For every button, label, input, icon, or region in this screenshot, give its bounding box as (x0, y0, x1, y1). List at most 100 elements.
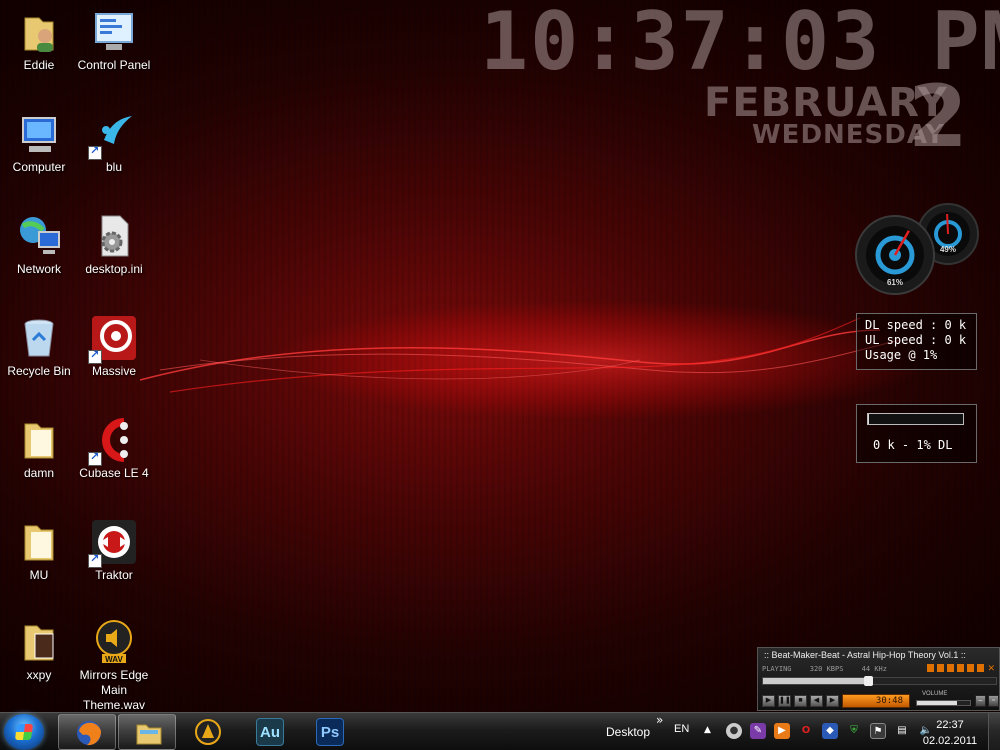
player-info: PLAYING 320 KBPS 44 KHz (762, 665, 901, 673)
taskbar-app-audition[interactable]: Au (240, 714, 298, 750)
ram-gauge-label: 49% (940, 245, 956, 254)
restore-icon[interactable] (977, 664, 985, 672)
desktop-icon-desktop-ini[interactable]: desktop.ini (75, 212, 153, 277)
desktop-toolbar-label[interactable]: Desktop (606, 725, 650, 739)
photoshop-icon: Ps (316, 718, 344, 746)
info-icon[interactable] (967, 664, 975, 672)
cpu-gauge: 61% (855, 215, 935, 295)
seek-handle[interactable] (863, 676, 873, 686)
svg-text:WAV: WAV (105, 655, 123, 664)
language-indicator[interactable]: EN (674, 723, 689, 735)
playlist-icon[interactable] (937, 664, 945, 672)
network-tray-icon[interactable]: ▤ (894, 723, 910, 739)
desktop-icon-label: Control Panel (77, 58, 151, 72)
opera-icon[interactable]: O (798, 723, 814, 739)
action-center-icon[interactable]: ⚑ (870, 723, 886, 739)
network-meter: DL speed : 0 k UL speed : 0 k Usage @ 1% (856, 313, 977, 370)
settings-file-icon (90, 212, 138, 260)
security-shield-icon[interactable]: ⛨ (846, 723, 862, 739)
desktop-icon-traktor[interactable]: Traktor (75, 518, 153, 583)
player-volume-slider[interactable]: VOLUME (916, 691, 971, 707)
tray-network-app-icon[interactable]: ◆ (822, 723, 838, 739)
player-toolbar: ✕ (927, 664, 995, 673)
download-text: 0 k - 1% DL (873, 438, 953, 452)
desktop-icon-label: Cubase LE 4 (79, 466, 149, 480)
desktop-icon-label: Recycle Bin (7, 364, 71, 378)
desktop-icon-cubase[interactable]: Cubase LE 4 (75, 416, 153, 481)
taskbar-app-photoshop[interactable]: Ps (300, 714, 358, 750)
explorer-folder-icon (136, 724, 162, 745)
clock-day-number: 2 (908, 67, 968, 167)
desktop-icon-network[interactable]: Network (0, 212, 78, 277)
play-button[interactable]: ▶ (762, 695, 775, 707)
taskbar-clock[interactable]: 22:37 02.02.2011 (915, 717, 985, 749)
settings-icon[interactable] (947, 664, 955, 672)
desktop-icon-label: damn (23, 466, 55, 480)
desktop-icon-damn[interactable]: damn (0, 416, 78, 481)
desktop-icon-blu[interactable]: blu (75, 110, 153, 175)
pause-button[interactable]: ❚❚ (778, 695, 791, 707)
user-folder-icon (15, 8, 63, 56)
taskbar-app-explorer[interactable] (118, 714, 176, 750)
download-meter: 0 k - 1% DL (856, 404, 977, 463)
close-icon[interactable]: ✕ (987, 664, 995, 673)
system-tray: ● ✎ ▶ O ◆ ⛨ ⚑ ▤ 🔈 (726, 723, 934, 739)
next-button[interactable]: ▶ (826, 695, 839, 707)
network-icon (15, 212, 63, 260)
desktop-icon-label: Computer (12, 160, 66, 174)
desktop-icon-label: xxpy (26, 668, 52, 682)
desktop-icon-control-panel[interactable]: Control Panel (75, 8, 153, 73)
equalizer-icon[interactable] (927, 664, 935, 672)
desktop-icon-label: desktop.ini (85, 262, 143, 276)
shortcut-arrow-icon (88, 144, 102, 160)
wav-audio-icon: WAV (90, 618, 138, 666)
desktop-icon-label: Eddie (23, 58, 55, 72)
recycle-bin-icon (15, 314, 63, 362)
desktop-icon-label: Traktor (95, 568, 133, 582)
stop-button[interactable]: ■ (794, 695, 807, 707)
traktor-icon (88, 518, 138, 568)
previous-button[interactable]: ◀ (810, 695, 823, 707)
cpu-gauge-label: 61% (887, 278, 903, 287)
player-samplerate: 44 KHz (861, 665, 887, 673)
player-state: PLAYING (762, 665, 792, 673)
aimp-icon (195, 719, 221, 745)
desktop-icon-recycle-bin[interactable]: Recycle Bin (0, 314, 78, 379)
desktop-icon-eddie[interactable]: Eddie (0, 8, 78, 73)
cubase-icon (88, 416, 138, 466)
player-minimize-button[interactable]: – (975, 695, 986, 707)
desktop-icon-label: Massive (91, 364, 136, 378)
shortcut-arrow-icon (88, 450, 102, 466)
audition-icon: Au (256, 718, 284, 746)
folder-icon (15, 518, 63, 566)
taskbar: Au Ps Desktop » EN ▲ ● ✎ ▶ O ◆ ⛨ ⚑ ▤ 🔈 2… (0, 712, 1000, 750)
player-seek-bar[interactable] (762, 676, 997, 686)
taskbar-clock-time: 22:37 (936, 719, 964, 731)
show-hidden-icons-icon[interactable]: ▲ (704, 725, 711, 735)
shortcut-arrow-icon (88, 348, 102, 364)
control-panel-icon (90, 8, 138, 56)
show-desktop-button[interactable] (988, 713, 1000, 750)
desktop-icon-computer[interactable]: Computer (0, 110, 78, 175)
folder-icon (15, 416, 63, 464)
tray-note-icon[interactable]: ✎ (750, 723, 766, 739)
taskbar-app-aimp[interactable] (178, 714, 236, 750)
player-elapsed-time: 30:48 (842, 694, 910, 708)
image-folder-icon (15, 618, 63, 666)
desktop-icon-xxpy[interactable]: xxpy (0, 618, 78, 683)
toolbar-expand-icon[interactable]: » (656, 713, 663, 727)
player-track-title: :: Beat-Maker-Beat - Astral Hip-Hop Theo… (764, 650, 966, 660)
player-expand-button[interactable]: ▫ (988, 695, 999, 707)
desktop-icon-massive[interactable]: Massive (75, 314, 153, 379)
music-player[interactable]: :: Beat-Maker-Beat - Astral Hip-Hop Theo… (757, 647, 1000, 711)
start-button[interactable] (4, 714, 44, 750)
shortcut-arrow-icon (88, 552, 102, 568)
taskbar-app-firefox[interactable] (58, 714, 116, 750)
tray-media-icon[interactable]: ▶ (774, 723, 790, 739)
player-bitrate: 320 KBPS (809, 665, 844, 673)
minimize-icon[interactable] (957, 664, 965, 672)
volume-label: VOLUME (922, 691, 948, 697)
desktop-icon-mu[interactable]: MU (0, 518, 78, 583)
tray-app-icon[interactable]: ● (726, 723, 742, 739)
desktop-icon-mirrors-edge-wav[interactable]: WAV Mirrors Edge Main Theme.wav (75, 618, 153, 713)
